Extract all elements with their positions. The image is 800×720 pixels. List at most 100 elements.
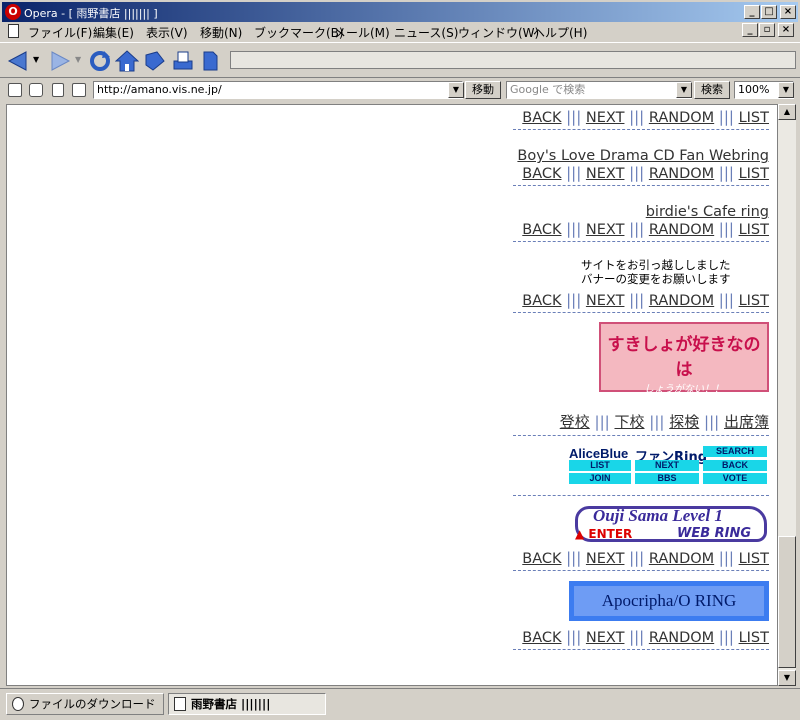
ouji-sama-webring-banner[interactable]: Ouji Sama Level 1 ▲ ENTER WEB RING: [571, 504, 769, 546]
tokou-link[interactable]: 登校: [560, 413, 590, 431]
forward-dropdown-icon[interactable]: ▼: [75, 55, 81, 64]
alice-search-button[interactable]: SEARCH: [703, 446, 767, 457]
home-icon[interactable]: [115, 49, 139, 73]
random-link[interactable]: RANDOM: [649, 166, 714, 182]
back-arrow-icon[interactable]: [6, 49, 30, 73]
ring-nav-2: BACK ||| NEXT ||| RANDOM ||| LIST: [522, 164, 769, 182]
status-bar: ファイルのダウンロード 雨野書店 |||||||: [0, 688, 800, 720]
alice-list-button[interactable]: LIST: [569, 460, 631, 471]
tanken-link[interactable]: 探検: [669, 413, 699, 431]
list-link[interactable]: LIST: [739, 110, 769, 126]
random-link[interactable]: RANDOM: [649, 110, 714, 126]
scroll-thumb[interactable]: [778, 536, 796, 668]
mdi-restore-button[interactable]: ▫: [759, 23, 775, 37]
reload-icon[interactable]: [88, 49, 112, 73]
search-dropdown-icon[interactable]: ▼: [676, 82, 692, 98]
sukishou-webring-banner[interactable]: すきしょが好きなのは しょうがない！！ WEB RING: [599, 322, 769, 412]
back-dropdown-icon[interactable]: ▼: [33, 55, 39, 64]
apocripha-ring-banner[interactable]: Apocripha/O RING: [569, 581, 769, 621]
minimize-button[interactable]: _: [744, 5, 760, 19]
next-link[interactable]: NEXT: [586, 166, 625, 182]
list-link[interactable]: LIST: [739, 630, 769, 646]
opera-icon[interactable]: O: [5, 4, 21, 20]
page-info-icon[interactable]: [52, 83, 64, 97]
back-link[interactable]: BACK: [522, 222, 561, 238]
banner-text: WEB RING: [607, 397, 761, 412]
vertical-scrollbar[interactable]: ▲ ▼: [778, 104, 796, 686]
menu-mail[interactable]: メール(M): [334, 24, 390, 41]
wand-icon[interactable]: [72, 83, 86, 97]
menu-news[interactable]: ニュース(S): [394, 24, 458, 41]
scroll-down-icon[interactable]: ▼: [778, 670, 796, 686]
random-link[interactable]: RANDOM: [649, 222, 714, 238]
document-icon[interactable]: [8, 24, 19, 38]
print-icon[interactable]: [171, 49, 195, 73]
list-link[interactable]: LIST: [739, 222, 769, 238]
close-button[interactable]: ×: [780, 5, 796, 19]
ring-nav-3: BACK ||| NEXT ||| RANDOM ||| LIST: [522, 220, 769, 238]
back-link[interactable]: BACK: [522, 166, 561, 182]
next-link[interactable]: NEXT: [586, 551, 625, 567]
go-button[interactable]: 移動: [465, 81, 501, 99]
back-link[interactable]: BACK: [522, 551, 561, 567]
mdi-minimize-button[interactable]: _: [742, 23, 758, 37]
banner-text: しょうがない！！: [644, 384, 724, 395]
divider: [513, 649, 769, 650]
alice-bbs-button[interactable]: BBS: [635, 473, 699, 484]
menu-edit[interactable]: 編集(E): [93, 24, 134, 41]
mdi-close-button[interactable]: ×: [778, 23, 794, 37]
list-link[interactable]: LIST: [739, 293, 769, 309]
tab-download[interactable]: ファイルのダウンロード: [6, 693, 164, 715]
url-input[interactable]: http://amano.vis.ne.jp/: [93, 81, 463, 99]
ring-nav-4: BACK ||| NEXT ||| RANDOM ||| LIST: [522, 291, 769, 309]
back-link[interactable]: BACK: [522, 110, 561, 126]
tab-amano-shoten[interactable]: 雨野書店 |||||||: [168, 693, 326, 715]
next-link[interactable]: NEXT: [586, 222, 625, 238]
next-link[interactable]: NEXT: [586, 293, 625, 309]
gekou-link[interactable]: 下校: [614, 413, 644, 431]
address-bar: http://amano.vis.ne.jp/ ▼ 移動 Google で検索 …: [0, 79, 800, 101]
new-page-icon[interactable]: [198, 49, 222, 73]
list-link[interactable]: LIST: [739, 166, 769, 182]
menu-help[interactable]: ヘルプ(H): [533, 24, 587, 41]
back-link[interactable]: BACK: [522, 293, 561, 309]
alice-join-button[interactable]: JOIN: [569, 473, 631, 484]
aliceblue-ring-banner: AliceBlue ファンRing SEARCH LIST NEXT BACK …: [567, 444, 769, 486]
url-dropdown-icon[interactable]: ▼: [448, 82, 464, 98]
banner-text: AliceBlue: [569, 446, 629, 461]
menu-window[interactable]: ウィンドウ(W): [458, 24, 539, 41]
search-button[interactable]: 検索: [694, 81, 730, 99]
random-link[interactable]: RANDOM: [649, 293, 714, 309]
camera-icon[interactable]: [29, 83, 43, 97]
menu-view[interactable]: 表示(V): [146, 24, 188, 41]
forward-arrow-icon[interactable]: [48, 49, 72, 73]
next-link[interactable]: NEXT: [586, 110, 625, 126]
banner-text: すきしょが好きなのは: [607, 335, 761, 380]
notice-line: バナーの変更をお願いします: [581, 272, 731, 286]
alice-next-button[interactable]: NEXT: [635, 460, 699, 471]
random-link[interactable]: RANDOM: [649, 630, 714, 646]
ring-title-bl-drama[interactable]: Boy's Love Drama CD Fan Webring: [499, 148, 769, 164]
sukishou-links: 登校 ||| 下校 ||| 探検 ||| 出席簿: [559, 413, 769, 431]
alice-back-button[interactable]: BACK: [703, 460, 767, 471]
ring-nav-6: BACK ||| NEXT ||| RANDOM ||| LIST: [522, 628, 769, 646]
alice-vote-button[interactable]: VOTE: [703, 473, 767, 484]
list-link[interactable]: LIST: [739, 551, 769, 567]
search-input[interactable]: Google で検索: [506, 81, 692, 99]
ring-title-birdie[interactable]: birdie's Cafe ring: [499, 204, 769, 220]
menu-bookmarks[interactable]: ブックマーク(B): [254, 24, 344, 41]
back-link[interactable]: BACK: [522, 630, 561, 646]
ring-nav-1: BACK ||| NEXT ||| RANDOM ||| LIST: [522, 108, 769, 126]
next-link[interactable]: NEXT: [586, 630, 625, 646]
download-icon: [12, 697, 24, 711]
maximize-button[interactable]: □: [761, 5, 777, 19]
zoom-dropdown-icon[interactable]: ▼: [778, 82, 794, 98]
scroll-up-icon[interactable]: ▲: [778, 104, 796, 120]
shussekibo-link[interactable]: 出席簿: [724, 413, 769, 431]
random-link[interactable]: RANDOM: [649, 551, 714, 567]
hotlist-icon[interactable]: [143, 49, 167, 73]
security-lock-icon[interactable]: [8, 83, 22, 97]
menu-file[interactable]: ファイル(F): [28, 24, 92, 41]
page-content: BACK ||| NEXT ||| RANDOM ||| LIST Boy's …: [6, 104, 778, 686]
menu-navigation[interactable]: 移動(N): [200, 24, 242, 41]
